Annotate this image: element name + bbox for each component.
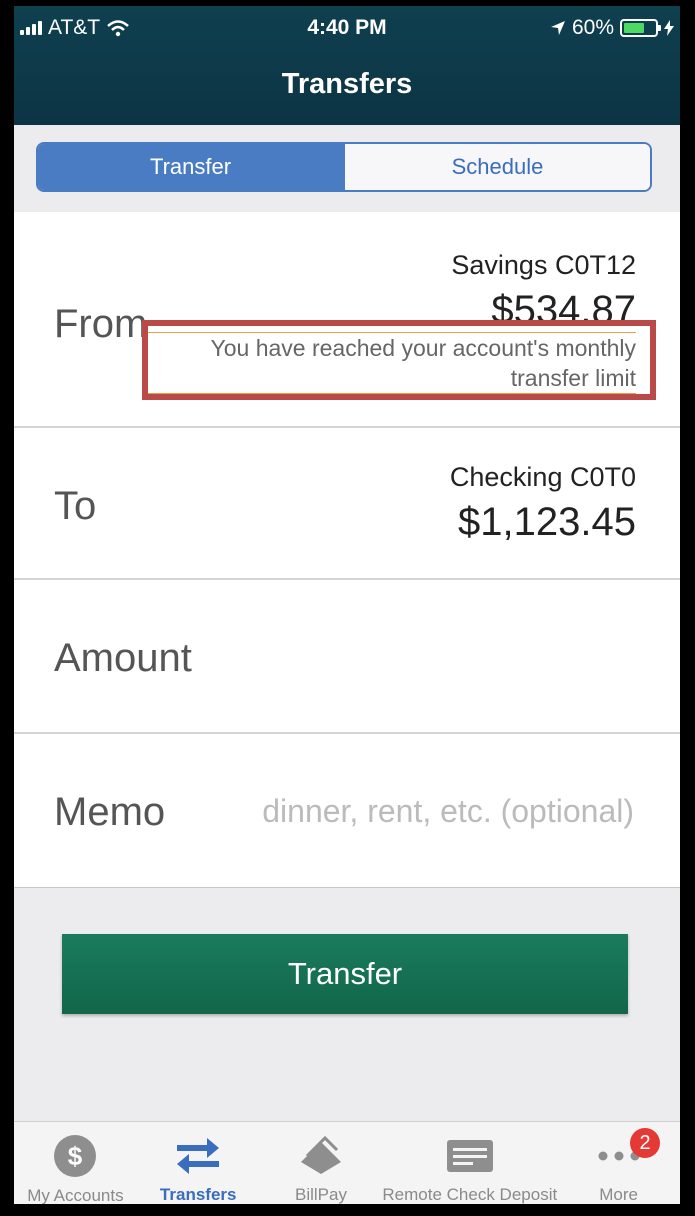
from-account-name: Savings C0T12 xyxy=(451,250,636,280)
status-bar: AT&T 4:40 PM 60% xyxy=(14,6,680,46)
transfer-mode-segmented-control: Transfer Schedule xyxy=(36,142,652,192)
app-header: AT&T 4:40 PM 60% Transfers xyxy=(14,6,680,125)
transfer-button[interactable]: Transfer xyxy=(62,934,628,1014)
to-account-balance: $1,123.45 xyxy=(458,500,636,544)
tab-label: More xyxy=(599,1185,638,1204)
segment-transfer[interactable]: Transfer xyxy=(38,144,343,190)
tab-bar: $ My Accounts Transfers BillPay Remote C… xyxy=(14,1121,680,1204)
to-account-name: Checking C0T0 xyxy=(449,462,636,492)
status-right: 60% xyxy=(550,16,674,40)
to-label: To xyxy=(54,484,97,528)
transfer-limit-warning: You have reached your account's monthly … xyxy=(146,332,636,394)
tab-label: Remote Check Deposit xyxy=(382,1185,558,1204)
transfer-form: From Savings C0T12 $534.87 You have reac… xyxy=(14,212,680,888)
tab-my-accounts[interactable]: $ My Accounts xyxy=(14,1122,137,1204)
from-label: From xyxy=(54,302,148,346)
tab-transfers[interactable]: Transfers xyxy=(137,1122,260,1204)
from-account-balance: $534.87 xyxy=(491,288,636,332)
dollar-circle-icon: $ xyxy=(53,1134,97,1178)
tab-billpay[interactable]: BillPay xyxy=(260,1122,383,1204)
phone-screen: AT&T 4:40 PM 60% Transfers Transfer Sche… xyxy=(14,6,680,1204)
memo-label: Memo xyxy=(54,790,166,834)
svg-text:$: $ xyxy=(68,1141,83,1171)
amount-label: Amount xyxy=(54,636,192,680)
to-account-row[interactable]: To Checking C0T0 $1,123.45 xyxy=(14,428,680,580)
page-title: Transfers xyxy=(281,68,413,100)
segment-schedule[interactable]: Schedule xyxy=(343,144,650,190)
memo-row[interactable]: Memo xyxy=(14,734,680,888)
notification-badge: 2 xyxy=(630,1128,660,1158)
charging-icon xyxy=(664,20,674,36)
check-icon xyxy=(446,1134,494,1177)
billpay-icon xyxy=(297,1134,345,1177)
battery-icon xyxy=(620,19,661,37)
from-account-row[interactable]: From Savings C0T12 $534.87 You have reac… xyxy=(14,212,680,428)
transfer-arrows-icon xyxy=(173,1134,223,1177)
tab-more[interactable]: 2 More xyxy=(557,1122,680,1204)
battery-percent: 60% xyxy=(571,16,614,39)
tab-label: Transfers xyxy=(159,1185,237,1204)
amount-row[interactable]: Amount xyxy=(14,580,680,734)
tab-label: My Accounts xyxy=(27,1186,124,1204)
memo-input[interactable] xyxy=(232,792,636,831)
tab-label: BillPay xyxy=(295,1185,347,1204)
tab-remote-check-deposit[interactable]: Remote Check Deposit xyxy=(382,1122,557,1204)
location-icon xyxy=(550,21,565,35)
